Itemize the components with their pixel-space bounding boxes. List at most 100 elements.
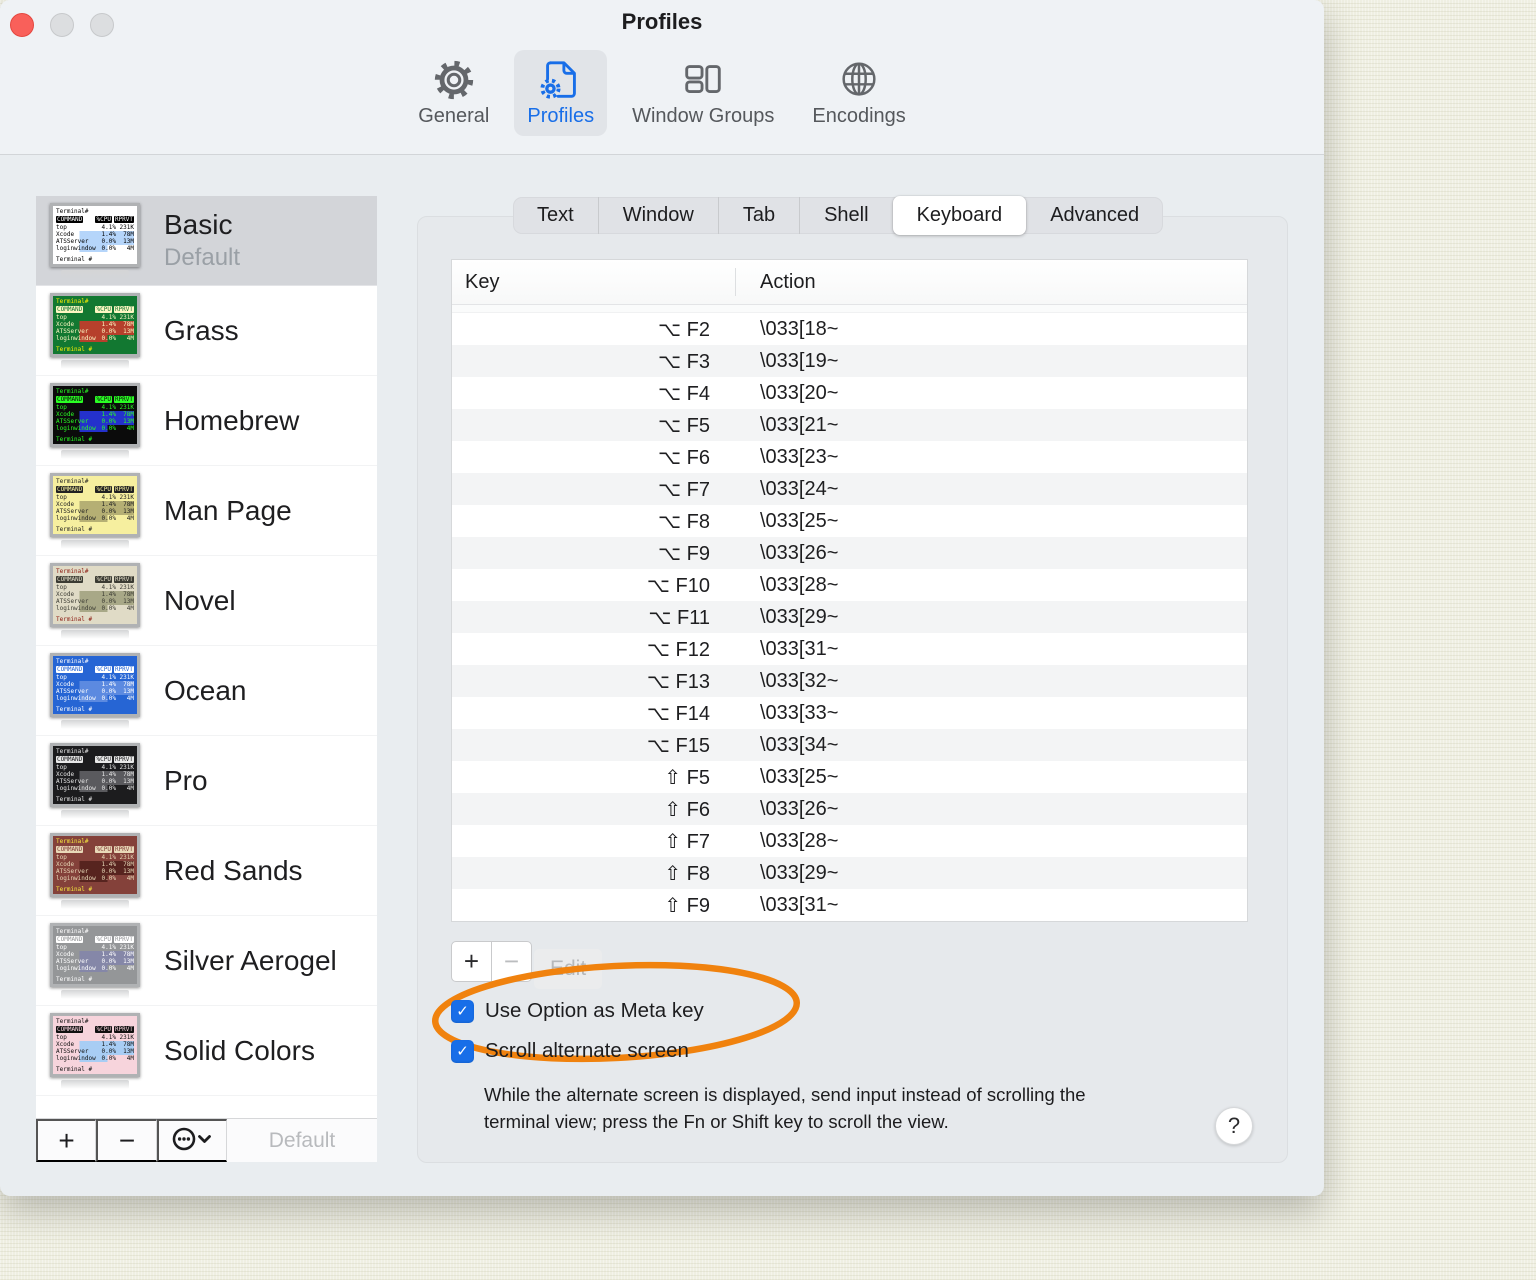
- sidebar-footer: + − Default: [36, 1118, 377, 1162]
- key-cell: ⌥ F9: [658, 542, 710, 565]
- key-cell: ⇧ F5: [664, 766, 710, 789]
- profile-list-item-ocean[interactable]: Terminal# COMMAND %CPU RPRVT top 4.1% 231K Xcod…: [36, 646, 377, 736]
- table-row[interactable]: ⌥ F3 \033[19~: [452, 345, 1247, 377]
- toolbar-item-window-groups[interactable]: Window Groups: [619, 50, 787, 136]
- action-cell: \033[28~: [760, 829, 839, 852]
- use-option-as-meta-row: ✓ Use Option as Meta key: [451, 999, 704, 1023]
- toolbar-item-general[interactable]: General: [405, 50, 502, 136]
- profile-thumbnail: Terminal# COMMAND %CPU RPRVT top 4.1% 231K Xcod…: [50, 472, 140, 537]
- ellipsis-circle-chevron-icon: [171, 1125, 215, 1156]
- add-profile-button[interactable]: +: [36, 1119, 96, 1162]
- preferences-window: Profiles General Profiles Window Groups …: [0, 0, 1324, 1196]
- checkmark-icon: ✓: [456, 1003, 469, 1020]
- help-button[interactable]: ?: [1215, 1107, 1253, 1145]
- default-button[interactable]: Default: [227, 1119, 377, 1162]
- table-row[interactable]: ⌥ F12 \033[31~: [452, 633, 1247, 665]
- key-cell: ⌥ F6: [658, 446, 710, 469]
- thumbnail-reflection: [61, 449, 129, 459]
- key-cell: ⇧ F8: [664, 862, 710, 885]
- titlebar-toolbar: Profiles General Profiles Window Groups …: [0, 0, 1324, 155]
- toolbar-item-encodings[interactable]: Encodings: [799, 50, 918, 136]
- table-header: Key Action: [452, 260, 1247, 305]
- action-cell: \033[25~: [760, 509, 839, 532]
- profile-list-item-basic[interactable]: Terminal# COMMAND %CPU RPRVT top 4.1% 231K Xcod…: [36, 196, 377, 286]
- tab-tab[interactable]: Tab: [717, 197, 799, 234]
- tab-advanced[interactable]: Advanced: [1026, 197, 1163, 234]
- action-cell: \033[24~: [760, 477, 839, 500]
- table-row[interactable]: ⌥ F7 \033[24~: [452, 473, 1247, 505]
- table-row[interactable]: ⌥ F14 \033[33~: [452, 697, 1247, 729]
- thumbnail-reflection: [61, 629, 129, 639]
- table-row[interactable]: ⇧ F9 \033[31~: [452, 889, 1247, 921]
- action-cell: \033[20~: [760, 381, 839, 404]
- profile-list-item-red-sands[interactable]: Terminal# COMMAND %CPU RPRVT top 4.1% 231K Xcod…: [36, 826, 377, 916]
- key-cell: ⌥ F3: [658, 350, 710, 373]
- terminal-preview: Terminal# COMMAND %CPU RPRVT top 4.1% 231K Xcod…: [53, 925, 137, 984]
- action-cell: \033[23~: [760, 445, 839, 468]
- column-header-action: Action: [760, 270, 816, 293]
- thumbnail-reflection: [61, 539, 129, 549]
- profile-thumbnail: Terminal# COMMAND %CPU RPRVT top 4.1% 231K Xcod…: [50, 202, 140, 267]
- table-row[interactable]: ⌥ F10 \033[28~: [452, 569, 1247, 601]
- thumbnail-reflection: [61, 899, 129, 909]
- action-cell: \033[25~: [760, 765, 839, 788]
- table-row[interactable]: ⇧ F5 \033[25~: [452, 761, 1247, 793]
- profile-list-item-homebrew[interactable]: Terminal# COMMAND %CPU RPRVT top 4.1% 231K Xcod…: [36, 376, 377, 466]
- key-cell: ⌥ F5: [658, 414, 710, 437]
- profile-list-item-silver-aerogel[interactable]: Terminal# COMMAND %CPU RPRVT top 4.1% 231K Xcod…: [36, 916, 377, 1006]
- globe-icon: [836, 57, 882, 103]
- profile-list-item-pro[interactable]: Terminal# COMMAND %CPU RPRVT top 4.1% 231K Xcod…: [36, 736, 377, 826]
- table-row[interactable]: ⇧ F8 \033[29~: [452, 857, 1247, 889]
- scroll-alternate-screen-checkbox[interactable]: ✓: [451, 1039, 474, 1063]
- action-cell: \033[29~: [760, 605, 839, 628]
- action-cell: \033[19~: [760, 349, 839, 372]
- table-row[interactable]: ⌥ F2 \033[18~: [452, 313, 1247, 345]
- terminal-preview: Terminal# COMMAND %CPU RPRVT top 4.1% 231K Xcod…: [53, 385, 137, 444]
- thumbnail-reflection: [61, 809, 129, 819]
- table-row[interactable]: ⌥ F4 \033[20~: [452, 377, 1247, 409]
- tab-keyboard[interactable]: Keyboard: [892, 196, 1027, 235]
- profile-list-item-solid-colors[interactable]: Terminal# COMMAND %CPU RPRVT top 4.1% 231K Xcod…: [36, 1006, 377, 1096]
- action-cell: \033[34~: [760, 733, 839, 756]
- action-cell: \033[26~: [760, 541, 839, 564]
- add-mapping-button[interactable]: +: [451, 941, 492, 982]
- table-row[interactable]: ⌥ F5 \033[21~: [452, 409, 1247, 441]
- table-row[interactable]: ⌥ F15 \033[34~: [452, 729, 1247, 761]
- thumbnail-reflection: [61, 989, 129, 999]
- table-row[interactable]: ⌥ F9 \033[26~: [452, 537, 1247, 569]
- remove-profile-button[interactable]: −: [96, 1119, 157, 1162]
- key-cell: ⌥ F15: [646, 734, 710, 757]
- checkmark-icon: ✓: [456, 1043, 469, 1060]
- profile-actions-menu-button[interactable]: [157, 1119, 227, 1162]
- remove-mapping-button[interactable]: −: [491, 941, 532, 982]
- table-row[interactable]: ⌥ F6 \033[23~: [452, 441, 1247, 473]
- terminal-preview: Terminal# COMMAND %CPU RPRVT top 4.1% 231K Xcod…: [53, 205, 137, 264]
- toolbar-item-profiles[interactable]: Profiles: [514, 50, 608, 136]
- action-cell: \033[18~: [760, 317, 839, 340]
- table-row[interactable]: ⌥ F11 \033[29~: [452, 601, 1247, 633]
- use-option-as-meta-checkbox[interactable]: ✓: [451, 999, 474, 1023]
- tab-text[interactable]: Text: [513, 197, 598, 234]
- profile-list-item-man-page[interactable]: Terminal# COMMAND %CPU RPRVT top 4.1% 231K Xcod…: [36, 466, 377, 556]
- toolbar: General Profiles Window Groups Encodings: [0, 50, 1324, 136]
- key-cell: ⌥ F12: [646, 638, 710, 661]
- table-row[interactable]: ⌥ F8 \033[25~: [452, 505, 1247, 537]
- table-row[interactable]: ⇧ F6 \033[26~: [452, 793, 1247, 825]
- profile-name: Novel: [164, 584, 236, 616]
- terminal-preview: Terminal# COMMAND %CPU RPRVT top 4.1% 231K Xcod…: [53, 655, 137, 714]
- tab-shell[interactable]: Shell: [799, 197, 892, 234]
- tab-window[interactable]: Window: [597, 197, 718, 234]
- action-cell: \033[26~: [760, 797, 839, 820]
- profile-list-item-grass[interactable]: Terminal# COMMAND %CPU RPRVT top 4.1% 231K Xcod…: [36, 286, 377, 376]
- terminal-preview: Terminal# COMMAND %CPU RPRVT top 4.1% 231K Xcod…: [53, 1015, 137, 1074]
- key-cell: ⌥ F11: [648, 606, 710, 629]
- edit-mapping-button[interactable]: Edit: [534, 949, 603, 989]
- key-cell: ⌥ F8: [658, 510, 710, 533]
- table-row[interactable]: ⇧ F7 \033[28~: [452, 825, 1247, 857]
- profile-name: Solid Colors: [164, 1034, 315, 1066]
- profile-list-item-novel[interactable]: Terminal# COMMAND %CPU RPRVT top 4.1% 231K Xcod…: [36, 556, 377, 646]
- profile-thumbnail: Terminal# COMMAND %CPU RPRVT top 4.1% 231K Xcod…: [50, 652, 140, 717]
- table-row[interactable]: ⌥ F13 \033[32~: [452, 665, 1247, 697]
- table-row-partial: [452, 305, 1247, 313]
- gear-icon: [431, 57, 477, 103]
